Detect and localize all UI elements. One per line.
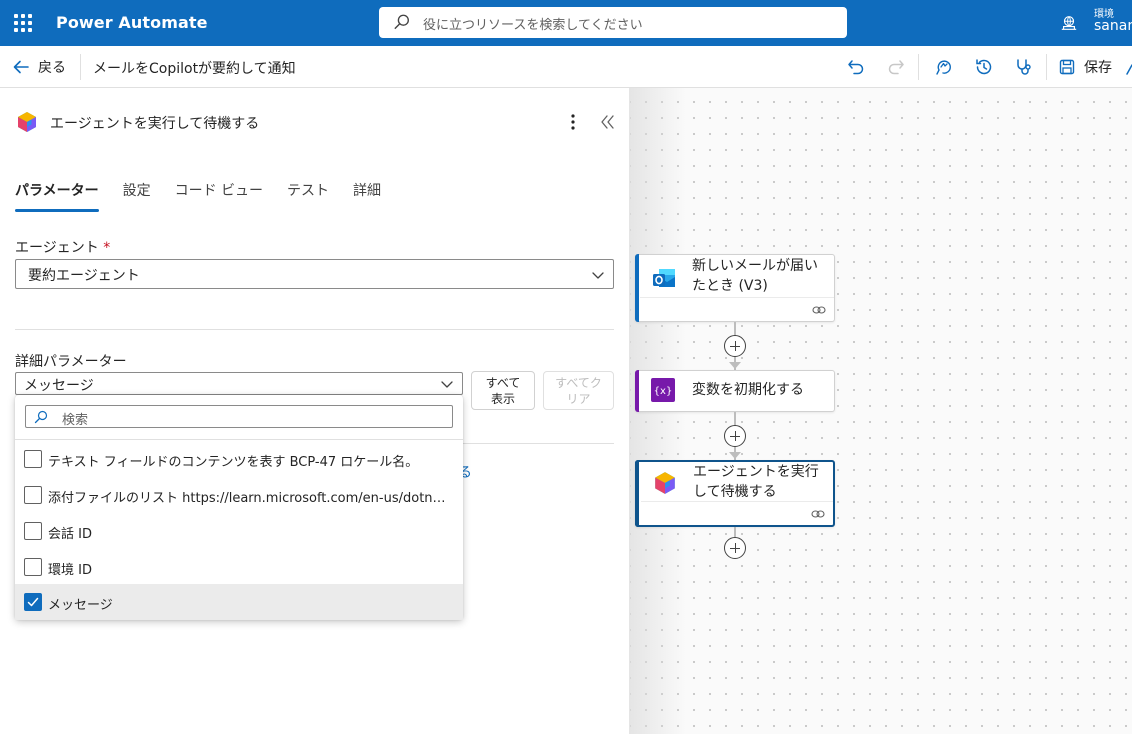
- divider: [80, 54, 81, 80]
- add-step-icon[interactable]: [724, 425, 746, 447]
- list-item[interactable]: 会話 ID: [15, 513, 463, 549]
- agent-dropdown[interactable]: 要約エージェント: [15, 259, 614, 289]
- list-item-label: 添付ファイルのリスト https://learn.microsoft.com/e…: [48, 491, 453, 506]
- undo-icon[interactable]: [846, 57, 866, 77]
- add-step-icon[interactable]: [724, 335, 746, 357]
- link-icon[interactable]: [812, 304, 826, 316]
- advanced-parameters-listbox: 検索 テキスト フィールドのコンテンツを表す BCP-47 ロケール名。 添付フ…: [15, 395, 463, 620]
- advanced-parameters-label: 詳細パラメーター: [15, 354, 127, 370]
- search-icon: [34, 410, 48, 424]
- checkbox[interactable]: [24, 593, 42, 611]
- link-icon[interactable]: [811, 508, 825, 520]
- node-accent: [635, 254, 639, 322]
- search-placeholder: 役に立つリソースを検索してください: [423, 18, 643, 33]
- list-item[interactable]: 環境 ID: [15, 549, 463, 585]
- svg-text:{x}: {x}: [654, 386, 673, 397]
- panel-title[interactable]: エージェントを実行して待機する: [50, 113, 259, 133]
- agent-dropdown-value: 要約エージェント: [28, 268, 140, 284]
- connector-arrow: [729, 362, 741, 369]
- outlook-icon: [653, 269, 675, 287]
- chevron-down-icon: [592, 272, 604, 279]
- list-item-label: テキスト フィールドのコンテンツを表す BCP-47 ロケール名。: [48, 455, 419, 470]
- tab-settings[interactable]: 設定: [123, 180, 151, 210]
- divider: [15, 329, 614, 330]
- copilot-chat-icon[interactable]: [934, 57, 954, 77]
- save-icon: [1059, 59, 1075, 75]
- panel-tabs: パラメーター 設定 コード ビュー テスト 詳細: [15, 180, 405, 212]
- node-footer: [640, 297, 834, 321]
- collapse-panel-icon[interactable]: [598, 112, 618, 132]
- add-step-icon[interactable]: [724, 537, 746, 559]
- checkbox[interactable]: [24, 558, 42, 576]
- arrow-left-icon: [13, 60, 29, 74]
- save-label: 保存: [1084, 60, 1112, 76]
- search-icon: [394, 14, 409, 30]
- flow-node-agent[interactable]: エージェントを実行して待機する: [635, 460, 835, 527]
- divider: [918, 54, 919, 80]
- list-item-label: 環境 ID: [48, 563, 92, 578]
- advanced-parameters-value: メッセージ: [24, 378, 94, 394]
- overflow-icon[interactable]: [1126, 63, 1132, 75]
- flow-canvas[interactable]: 新しいメールが届いたとき (V3) {x} 変数を初期化する エージェントを実行…: [630, 88, 1132, 734]
- tab-details[interactable]: 詳細: [353, 180, 381, 210]
- agent-field-label: エージェント *: [15, 237, 110, 257]
- show-all-button[interactable]: すべて 表示: [471, 371, 535, 410]
- environment-name[interactable]: sanan: [1094, 18, 1132, 34]
- tab-test[interactable]: テスト: [287, 180, 329, 210]
- app-header: Power Automate 役に立つリソースを検索してください 環境 sana…: [0, 0, 1132, 46]
- list-item[interactable]: 添付ファイルのリスト https://learn.microsoft.com/e…: [15, 477, 463, 513]
- node-footer: [641, 501, 833, 525]
- app-title[interactable]: Power Automate: [56, 13, 208, 32]
- copilot-icon: [18, 112, 36, 132]
- checkmark-icon: [27, 597, 39, 607]
- history-icon[interactable]: [974, 57, 994, 77]
- listbox-search-input[interactable]: 検索: [25, 405, 453, 428]
- node-title: エージェントを実行して待機する: [693, 464, 819, 500]
- save-button[interactable]: 保存: [1058, 46, 1112, 88]
- command-bar: 戻る メールをCopilotが要約して通知 保存: [0, 46, 1132, 88]
- search-input[interactable]: 役に立つリソースを検索してください: [379, 7, 847, 38]
- list-item-label: 会話 ID: [48, 527, 92, 542]
- back-button[interactable]: 戻る: [12, 46, 66, 88]
- chevron-down-icon: [441, 381, 453, 388]
- more-options-icon[interactable]: [566, 112, 580, 132]
- clear-all-button[interactable]: すべてク リア: [543, 371, 614, 410]
- flow-node-variable[interactable]: {x} 変数を初期化する: [635, 370, 835, 412]
- action-details-panel: エージェントを実行して待機する パラメーター 設定 コード ビュー テスト 詳細…: [0, 88, 630, 734]
- node-title: 新しいメールが届いたとき (V3): [692, 258, 818, 294]
- list-item-label: メッセージ: [48, 598, 113, 613]
- required-indicator: *: [103, 240, 111, 256]
- flow-name[interactable]: メールをCopilotが要約して通知: [93, 58, 296, 78]
- advanced-parameters-dropdown[interactable]: メッセージ: [15, 372, 463, 395]
- flow-checker-icon[interactable]: [1014, 57, 1034, 77]
- variable-icon: {x}: [651, 378, 675, 402]
- environment-icon[interactable]: [1060, 14, 1078, 32]
- connector-arrow: [729, 452, 741, 459]
- tab-parameters[interactable]: パラメーター: [15, 180, 99, 212]
- node-accent: [635, 460, 639, 527]
- tab-code-view[interactable]: コード ビュー: [175, 180, 263, 210]
- redo-icon[interactable]: [886, 57, 906, 77]
- divider: [1046, 54, 1047, 80]
- list-item[interactable]: テキスト フィールドのコンテンツを表す BCP-47 ロケール名。: [15, 441, 463, 477]
- node-title: 変数を初期化する: [692, 382, 804, 398]
- listbox-search-placeholder: 検索: [62, 413, 89, 428]
- list-item[interactable]: メッセージ: [15, 584, 463, 620]
- copilot-icon: [655, 472, 675, 494]
- checkbox[interactable]: [24, 522, 42, 540]
- agent-label-text: エージェント: [15, 240, 99, 256]
- back-label: 戻る: [38, 60, 66, 76]
- node-accent: [635, 370, 639, 412]
- app-launcher-icon[interactable]: [14, 14, 32, 32]
- connector-line: [734, 527, 736, 537]
- checkbox[interactable]: [24, 486, 42, 504]
- divider: [15, 439, 463, 440]
- flow-node-trigger[interactable]: 新しいメールが届いたとき (V3): [635, 254, 835, 322]
- checkbox[interactable]: [24, 450, 42, 468]
